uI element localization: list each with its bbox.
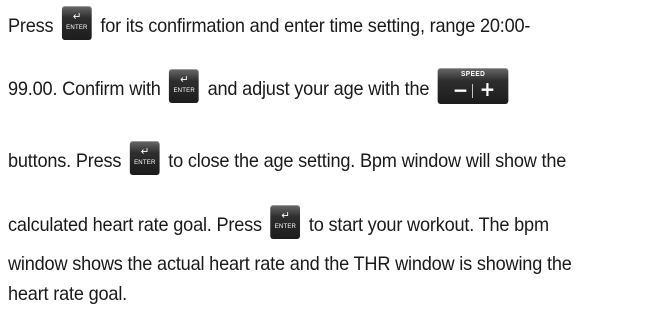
enter-button-icon: ↵ ENTER — [169, 69, 200, 103]
text-line-2: 99.00. Confirm with ↵ ENTER and adjust y… — [8, 68, 509, 108]
text-fragment: 99.00. Confirm with — [8, 78, 161, 101]
text-line-5: window shows the actual heart rate and t… — [8, 252, 572, 276]
return-arrow-icon: ↵ — [140, 145, 150, 158]
minus-icon: − — [452, 78, 469, 102]
text-line-3: buttons. Press ↵ ENTER to close the age … — [8, 141, 567, 179]
text-fragment: buttons. Press — [8, 150, 122, 173]
enter-button-icon: ↵ ENTER — [270, 205, 301, 239]
text-line-1: Press ↵ ENTER for its confirmation and e… — [8, 6, 531, 44]
enter-label: ENTER — [134, 159, 156, 166]
speed-label: SPEED — [460, 71, 486, 78]
text-fragment: to start your workout. The bpm — [308, 214, 549, 237]
text-fragment: for its confirmation and enter time sett… — [100, 15, 531, 38]
return-arrow-icon: ↵ — [179, 73, 189, 86]
text-fragment: heart rate goal. — [8, 283, 128, 305]
return-arrow-icon: ↵ — [72, 10, 82, 23]
enter-button-icon: ↵ ENTER — [62, 6, 92, 40]
speed-button-icon: SPEED − + — [437, 68, 509, 104]
text-fragment: window shows the actual heart rate and t… — [8, 253, 572, 275]
text-fragment: to close the age setting. Bpm window wil… — [168, 150, 567, 173]
text-fragment: Press — [8, 15, 54, 38]
enter-label: ENTER — [173, 87, 195, 94]
text-fragment: and adjust your age with the — [207, 78, 430, 101]
plus-icon: + — [479, 77, 496, 101]
enter-label: ENTER — [274, 223, 297, 230]
return-arrow-icon: ↵ — [281, 209, 290, 222]
text-fragment: calculated heart rate goal. Press — [8, 214, 262, 237]
text-line-4: calculated heart rate goal. Press ↵ ENTE… — [8, 205, 549, 243]
enter-button-icon: ↵ ENTER — [129, 141, 160, 175]
separator — [472, 84, 474, 98]
enter-label: ENTER — [66, 24, 88, 31]
text-line-6: heart rate goal. — [8, 282, 127, 306]
